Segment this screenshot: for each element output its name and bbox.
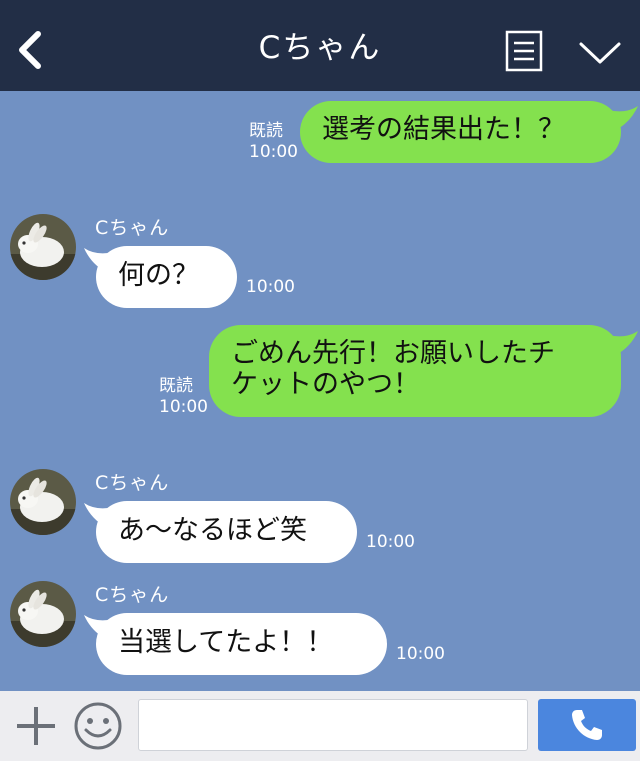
message-bubble[interactable]: 当選してたよ！！: [96, 613, 387, 675]
avatar[interactable]: [10, 214, 76, 280]
message-bubble[interactable]: 何の？: [96, 246, 237, 308]
sender-name: Cちゃん: [95, 217, 170, 239]
message-text: 選考の結果出た！？: [322, 114, 565, 145]
message-text-line: ごめん先行！お願いしたチ: [231, 338, 555, 369]
phone-icon: [572, 710, 602, 740]
read-receipt: 既読: [249, 121, 283, 141]
message-time: 10:00: [246, 277, 295, 297]
chevron-down-icon[interactable]: [578, 40, 622, 66]
message-meta: 既読 10:00: [159, 376, 208, 418]
message-bubble[interactable]: 選考の結果出た！？: [300, 101, 621, 163]
sender-name: Cちゃん: [95, 584, 170, 606]
message-time: 10:00: [249, 142, 298, 162]
message-time: 10:00: [159, 397, 208, 417]
message-time: 10:00: [396, 644, 445, 664]
chat-header: Cちゃん: [0, 0, 640, 91]
message-bubble[interactable]: ごめん先行！お願いしたチ ケットのやつ！: [209, 325, 621, 417]
list-icon[interactable]: [505, 30, 543, 72]
call-button[interactable]: [538, 699, 636, 751]
message-text-line: ケットのやつ！: [231, 369, 420, 400]
message-input[interactable]: [138, 699, 528, 751]
read-receipt: 既読: [159, 376, 193, 396]
rabbit-avatar-image: [10, 581, 76, 647]
rabbit-avatar-image: [10, 214, 76, 280]
sender-name: Cちゃん: [95, 472, 170, 494]
message-text: 当選してたよ！！: [118, 627, 334, 658]
message-time: 10:00: [366, 532, 415, 552]
avatar[interactable]: [10, 581, 76, 647]
chat-area[interactable]: 既読 10:00 選考の結果出た！？ Cちゃん 何の？ 10:00 既読 10:…: [0, 91, 640, 691]
chat-title: Cちゃん: [258, 30, 382, 66]
emoji-icon[interactable]: [73, 701, 123, 751]
message-text: 何の？: [118, 260, 199, 291]
message-text: あ〜なるほど笑: [118, 515, 307, 546]
plus-icon[interactable]: [14, 705, 58, 747]
message-bubble[interactable]: あ〜なるほど笑: [96, 501, 357, 563]
message-meta: 既読 10:00: [249, 121, 298, 163]
avatar[interactable]: [10, 469, 76, 535]
rabbit-avatar-image: [10, 469, 76, 535]
